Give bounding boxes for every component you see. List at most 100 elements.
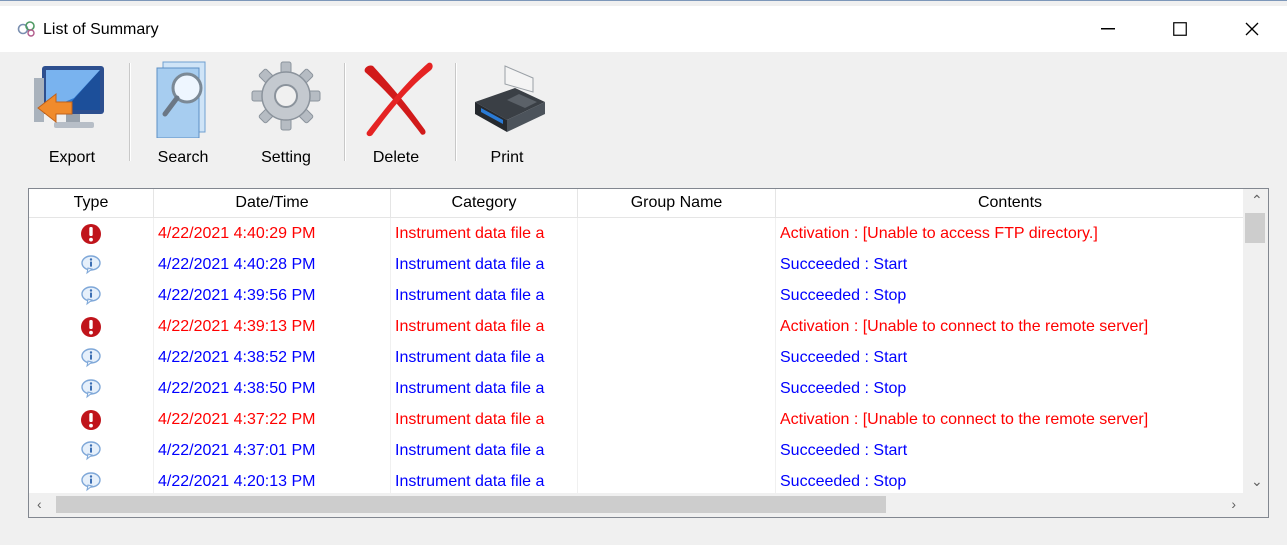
scroll-right-icon[interactable]: › xyxy=(1231,496,1236,512)
close-button[interactable] xyxy=(1229,6,1275,52)
contents-cell: Activation : [Unable to access FTP direc… xyxy=(780,225,1098,242)
contents-cell: Succeeded : Stop xyxy=(780,380,907,397)
horizontal-scroll-thumb[interactable] xyxy=(56,496,886,513)
type-cell xyxy=(29,435,154,466)
type-cell xyxy=(29,280,154,311)
datetime-cell: 4/22/2021 4:37:01 PM xyxy=(154,435,391,466)
group-name-cell xyxy=(578,218,776,249)
type-cell xyxy=(29,249,154,280)
datetime-cell: 4/22/2021 4:37:22 PM xyxy=(154,404,391,435)
print-button[interactable]: Print xyxy=(465,58,549,168)
vertical-scrollbar[interactable]: ⌃ ⌄ xyxy=(1243,189,1268,494)
maximize-button[interactable] xyxy=(1157,6,1203,52)
vertical-scroll-thumb[interactable] xyxy=(1245,213,1265,243)
group-name-cell xyxy=(578,342,776,373)
error-icon xyxy=(81,316,101,337)
app-icon xyxy=(17,21,35,37)
group-name-cell xyxy=(578,373,776,404)
table-row[interactable]: 4/22/2021 4:39:56 PM Instrument data file… xyxy=(29,280,1244,311)
column-header-category[interactable]: Category xyxy=(391,189,578,217)
type-cell xyxy=(29,373,154,404)
error-icon xyxy=(81,223,101,244)
minimize-icon xyxy=(1101,28,1115,30)
search-icon xyxy=(156,61,206,138)
group-name-cell xyxy=(578,311,776,342)
type-cell xyxy=(29,311,154,342)
scrollbar-corner xyxy=(1243,493,1268,517)
gear-icon xyxy=(251,61,321,131)
toolbar-separator xyxy=(129,63,131,161)
category-cell: Instrument data file a xyxy=(391,435,578,466)
table-row[interactable]: 4/22/2021 4:38:52 PM Instrument data file… xyxy=(29,342,1244,373)
column-header-contents[interactable]: Contents xyxy=(776,189,1244,217)
export-label: Export xyxy=(48,149,96,166)
category-cell: Instrument data file a xyxy=(391,311,578,342)
info-icon xyxy=(81,347,101,367)
datetime-cell: 4/22/2021 4:38:52 PM xyxy=(154,342,391,373)
contents-cell: Succeeded : Start xyxy=(780,256,908,273)
list-header: Type Date/Time Category Group Name Conte… xyxy=(29,189,1244,218)
info-icon xyxy=(81,254,101,274)
error-icon xyxy=(81,409,101,430)
table-row[interactable]: 4/22/2021 4:37:22 PM Instrument data file… xyxy=(29,404,1244,435)
table-row[interactable]: 4/22/2021 4:38:50 PM Instrument data file… xyxy=(29,373,1244,404)
delete-icon xyxy=(364,62,433,137)
setting-button[interactable]: Setting xyxy=(240,58,332,168)
info-icon xyxy=(81,440,101,460)
type-cell xyxy=(29,218,154,249)
category-cell: Instrument data file a xyxy=(391,404,578,435)
summary-window: List of Summary Export Search Setting De… xyxy=(0,0,1287,545)
horizontal-scrollbar[interactable]: ‹ › xyxy=(29,493,1244,517)
export-icon xyxy=(34,66,104,128)
minimize-button[interactable] xyxy=(1085,6,1131,52)
contents-cell: Succeeded : Start xyxy=(780,349,908,366)
scroll-left-icon[interactable]: ‹ xyxy=(37,496,42,512)
type-cell xyxy=(29,404,154,435)
summary-list[interactable]: Type Date/Time Category Group Name Conte… xyxy=(28,188,1269,518)
datetime-cell: 4/22/2021 4:38:50 PM xyxy=(154,373,391,404)
column-header-type[interactable]: Type xyxy=(29,189,154,217)
title-bar[interactable]: List of Summary xyxy=(0,6,1287,52)
window-title: List of Summary xyxy=(43,21,159,38)
group-name-cell xyxy=(578,249,776,280)
type-cell xyxy=(29,342,154,373)
delete-button[interactable]: Delete xyxy=(352,58,440,168)
category-cell: Instrument data file a xyxy=(391,218,578,249)
table-row[interactable]: 4/22/2021 4:40:28 PM Instrument data file… xyxy=(29,249,1244,280)
group-name-cell xyxy=(578,404,776,435)
toolbar-separator xyxy=(344,63,346,161)
setting-label: Setting xyxy=(261,149,311,166)
delete-label: Delete xyxy=(372,149,420,166)
group-name-cell xyxy=(578,435,776,466)
datetime-cell: 4/22/2021 4:40:28 PM xyxy=(154,249,391,280)
column-header-group-name[interactable]: Group Name xyxy=(578,189,776,217)
category-cell: Instrument data file a xyxy=(391,342,578,373)
table-row[interactable]: 4/22/2021 4:37:01 PM Instrument data file… xyxy=(29,435,1244,466)
toolbar-separator xyxy=(455,63,457,161)
export-button[interactable]: Export xyxy=(28,58,116,168)
contents-cell: Succeeded : Start xyxy=(780,442,908,459)
datetime-cell: 4/22/2021 4:39:56 PM xyxy=(154,280,391,311)
search-button[interactable]: Search xyxy=(140,58,226,168)
group-name-cell xyxy=(578,280,776,311)
close-icon xyxy=(1245,22,1259,36)
scroll-up-icon[interactable]: ⌃ xyxy=(1251,192,1263,209)
category-cell: Instrument data file a xyxy=(391,280,578,311)
info-icon xyxy=(81,471,101,491)
info-icon xyxy=(81,378,101,398)
table-row[interactable]: 4/22/2021 4:40:29 PM Instrument data file… xyxy=(29,218,1244,249)
maximize-icon xyxy=(1173,22,1187,36)
column-header-datetime[interactable]: Date/Time xyxy=(154,189,391,217)
table-row[interactable]: 4/22/2021 4:39:13 PM Instrument data file… xyxy=(29,311,1244,342)
category-cell: Instrument data file a xyxy=(391,249,578,280)
contents-cell: Succeeded : Stop xyxy=(780,287,907,304)
search-label: Search xyxy=(157,149,209,166)
category-cell: Instrument data file a xyxy=(391,373,578,404)
contents-cell: Activation : [Unable to connect to the r… xyxy=(780,411,1149,428)
contents-cell: Activation : [Unable to connect to the r… xyxy=(780,318,1149,335)
toolbar: Export Search Setting Delete Print xyxy=(0,52,1287,170)
printer-icon xyxy=(475,65,545,132)
datetime-cell: 4/22/2021 4:40:29 PM xyxy=(154,218,391,249)
datetime-cell: 4/22/2021 4:39:13 PM xyxy=(154,311,391,342)
scroll-down-icon[interactable]: ⌄ xyxy=(1251,473,1263,490)
